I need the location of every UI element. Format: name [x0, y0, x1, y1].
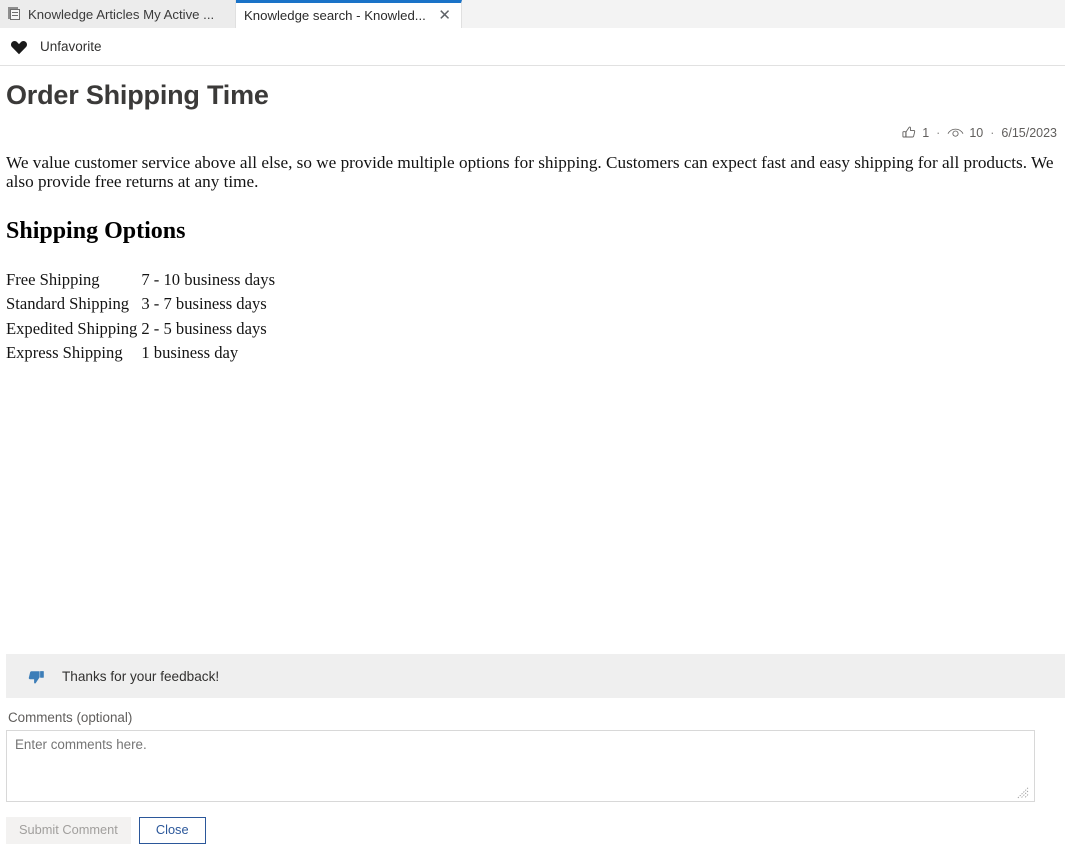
eye-icon	[947, 125, 964, 141]
section-heading-shipping-options: Shipping Options	[6, 218, 1059, 245]
shipping-option-duration: 2 - 5 business days	[141, 317, 275, 342]
page-title: Order Shipping Time	[0, 66, 1065, 111]
meta-separator-2: ·	[989, 126, 995, 140]
tab-strip-empty-area	[462, 0, 1065, 28]
view-count-value: 10	[969, 126, 983, 140]
table-row: Free Shipping 7 - 10 business days	[6, 268, 275, 293]
article-container: Order Shipping Time 1 · 10 · 6/15/2023	[0, 66, 1065, 366]
shipping-option-name: Expedited Shipping	[6, 317, 141, 342]
close-icon[interactable]: ✕	[438, 8, 451, 23]
shipping-option-duration: 3 - 7 business days	[141, 292, 275, 317]
shipping-options-table: Free Shipping 7 - 10 business days Stand…	[6, 268, 275, 366]
comments-input[interactable]	[6, 730, 1035, 802]
article-date: 6/15/2023	[1001, 126, 1057, 140]
browser-tab-knowledge-search[interactable]: Knowledge search - Knowled... ✕	[236, 0, 462, 28]
close-button[interactable]: Close	[139, 817, 206, 844]
browser-tab-knowledge-articles[interactable]: Knowledge Articles My Active ...	[0, 0, 236, 28]
shipping-option-name: Standard Shipping	[6, 292, 141, 317]
table-row: Express Shipping 1 business day	[6, 341, 275, 366]
browser-tab-label: Knowledge Articles My Active ...	[28, 7, 225, 22]
heart-filled-icon	[10, 38, 28, 55]
table-row: Standard Shipping 3 - 7 business days	[6, 292, 275, 317]
shipping-option-duration: 1 business day	[141, 341, 275, 366]
unfavorite-button[interactable]: Unfavorite	[2, 34, 110, 59]
thumbs-down-filled-icon	[26, 667, 46, 686]
shipping-option-duration: 7 - 10 business days	[141, 268, 275, 293]
browser-tab-label: Knowledge search - Knowled...	[244, 8, 427, 23]
meta-separator-1: ·	[935, 126, 941, 140]
like-count-value: 1	[922, 126, 929, 140]
browser-tab-strip: Knowledge Articles My Active ... Knowled…	[0, 0, 1065, 28]
shipping-option-name: Free Shipping	[6, 268, 141, 293]
feedback-bar: Thanks for your feedback!	[6, 654, 1065, 698]
command-bar: Unfavorite	[0, 28, 1065, 66]
like-count[interactable]: 1	[901, 125, 929, 141]
thumbs-up-icon	[901, 125, 917, 141]
comment-actions: Submit Comment Close	[6, 817, 206, 844]
comments-label: Comments (optional)	[6, 708, 1065, 730]
document-icon	[8, 7, 21, 21]
table-row: Expedited Shipping 2 - 5 business days	[6, 317, 275, 342]
article-metadata: 1 · 10 · 6/15/2023	[0, 125, 1065, 141]
article-body: We value customer service above all else…	[0, 141, 1059, 366]
feedback-message: Thanks for your feedback!	[62, 669, 219, 684]
view-count: 10	[947, 125, 983, 141]
shipping-option-name: Express Shipping	[6, 341, 141, 366]
comments-section: Comments (optional)	[6, 708, 1065, 802]
article-paragraph: We value customer service above all else…	[6, 153, 1059, 192]
unfavorite-label: Unfavorite	[40, 39, 102, 54]
submit-comment-button[interactable]: Submit Comment	[6, 817, 131, 844]
